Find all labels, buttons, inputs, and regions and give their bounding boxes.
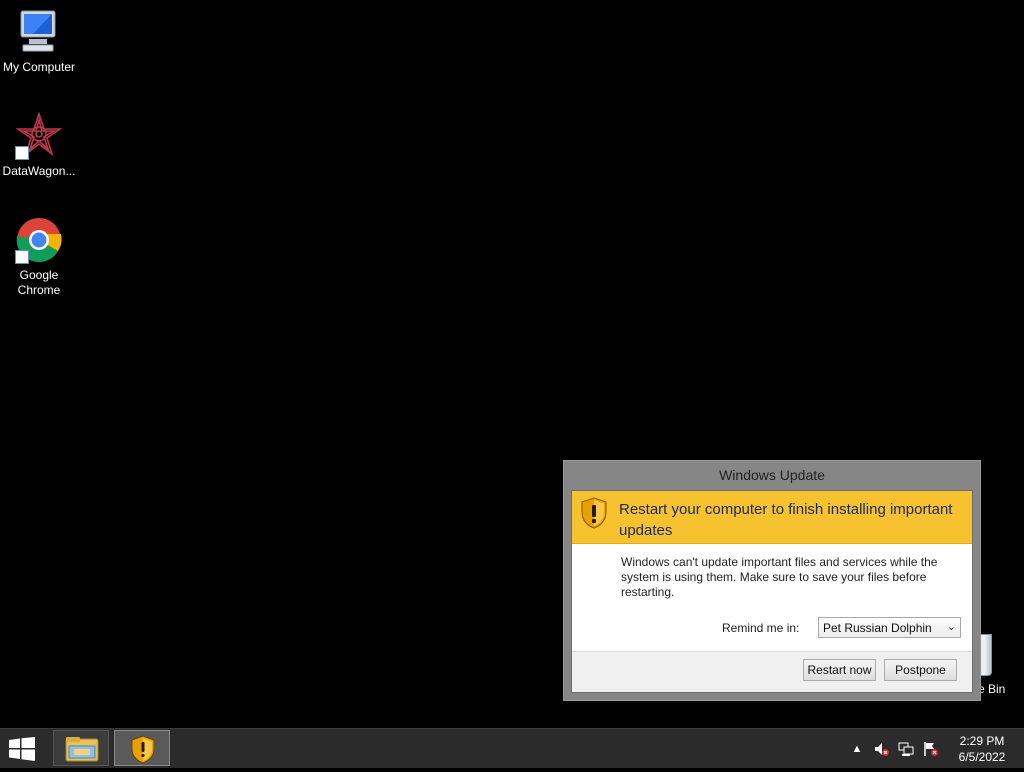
desktop-icon-google-chrome[interactable]: Google Chrome xyxy=(0,216,78,298)
chrome-icon xyxy=(15,216,63,264)
datawagon-icon xyxy=(15,111,63,160)
clock-time: 2:29 PM xyxy=(959,734,1005,748)
desktop: My Computer DataWagon... Google Chrome e… xyxy=(0,0,1024,728)
clock[interactable]: 2:29 PM 6/5/2022 xyxy=(950,733,1014,765)
clock-date: 6/5/2022 xyxy=(958,750,1006,764)
taskbar-windows-update[interactable] xyxy=(114,730,170,766)
dialog-header: Restart your computer to finish installi… xyxy=(572,491,972,544)
chevron-down-icon: ⌄ xyxy=(946,621,956,633)
shield-warning-icon xyxy=(131,735,155,764)
icon-label: My Computer xyxy=(2,60,76,74)
dialog-header-text: Restart your computer to finish installi… xyxy=(619,501,953,539)
shortcut-arrow-icon xyxy=(15,146,29,160)
dialog-client: Restart your computer to finish installi… xyxy=(571,490,973,693)
windows-logo-icon xyxy=(9,737,35,761)
taskbar-file-explorer[interactable] xyxy=(53,730,109,766)
taskbar: ▲ 2:29 PM 6/5/2022 xyxy=(0,728,1024,768)
network-icon[interactable] xyxy=(898,741,914,757)
postpone-button[interactable]: Postpone xyxy=(884,659,957,681)
remind-select-value: Pet Russian Dolphin xyxy=(823,621,932,635)
remind-label: Remind me in: xyxy=(722,621,800,635)
dialog-title: Windows Update xyxy=(719,467,825,483)
restart-now-button[interactable]: Restart now xyxy=(803,659,876,681)
start-button[interactable] xyxy=(8,737,36,761)
action-center-flag-icon[interactable] xyxy=(922,741,938,757)
computer-icon xyxy=(15,8,63,56)
shortcut-arrow-icon xyxy=(15,250,29,264)
icon-label: Google Chrome xyxy=(17,268,61,297)
remind-select[interactable]: Pet Russian Dolphin ⌄ xyxy=(818,617,961,638)
volume-muted-icon[interactable] xyxy=(873,741,889,757)
dialog-footer: Restart now Postpone xyxy=(572,651,972,692)
desktop-icon-datawagon[interactable]: DataWagon... xyxy=(0,111,78,179)
dialog-body-text: Windows can't update important files and… xyxy=(621,555,938,599)
windows-update-dialog: Windows Update Restart your computer to … xyxy=(563,460,981,701)
icon-label: DataWagon... xyxy=(2,164,76,178)
desktop-icon-my-computer[interactable]: My Computer xyxy=(0,8,78,75)
shield-warning-icon xyxy=(581,497,607,529)
icon-label: e Bin xyxy=(978,682,1006,696)
show-hidden-icons-icon[interactable]: ▲ xyxy=(849,741,865,757)
folder-icon xyxy=(65,737,99,762)
